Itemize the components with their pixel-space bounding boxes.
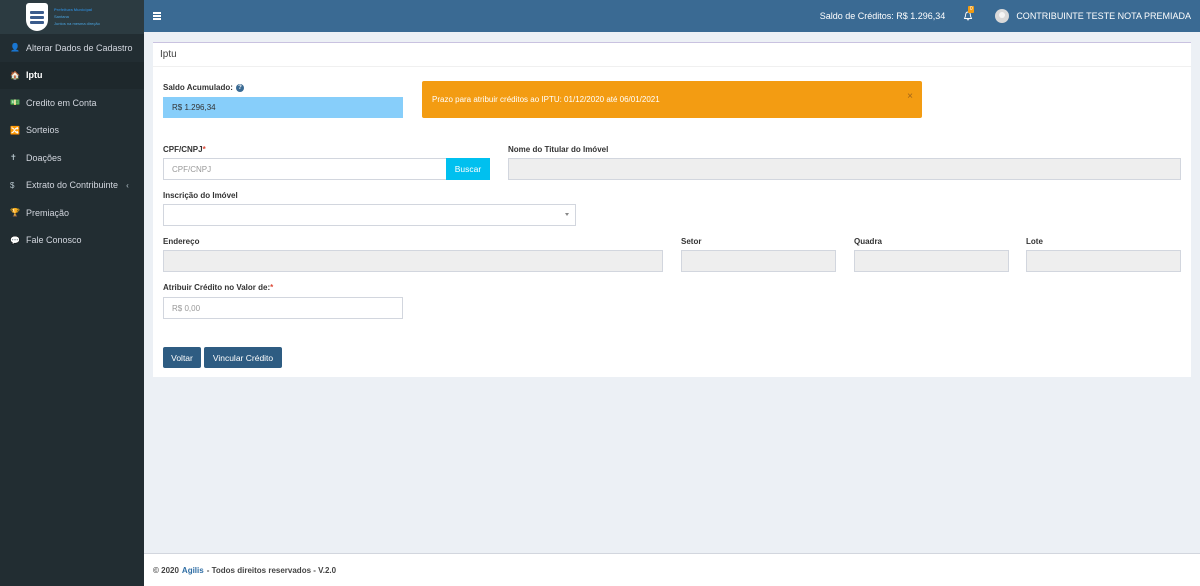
setor-label: Setor [681, 237, 702, 246]
user-icon: 👤 [10, 43, 20, 53]
user-name: CONTRIBUINTE TESTE NOTA PREMIADA [1016, 11, 1191, 21]
notification-badge: 0 [968, 6, 975, 13]
menu-toggle-icon[interactable] [153, 12, 161, 20]
logo-line-2: Santana [54, 14, 69, 19]
footer-suffix: - Todos direitos reservados - V.2.0 [206, 565, 337, 575]
comments-icon: 💬 [10, 235, 20, 245]
topbar: Saldo de Créditos: R$ 1.296,34 0 CONTRIB… [144, 0, 1200, 32]
topbar-right: Saldo de Créditos: R$ 1.296,34 0 CONTRIB… [819, 6, 1200, 23]
endereco-label: Endereço [163, 237, 200, 246]
question-circle-icon[interactable]: ? [235, 83, 244, 92]
valor-label-wrap: Atribuir Crédito no Valor de:* [163, 283, 273, 292]
logo-line-1: Prefeitura Municipal [54, 7, 93, 12]
quadra-label: Quadra [854, 237, 883, 246]
voltar-button[interactable]: Voltar [163, 347, 201, 368]
saldo-label-wrap: Saldo Acumulado:? [163, 83, 244, 92]
saldo-field: R$ 1.296,34 [163, 97, 403, 118]
chevron-left-icon: ‹ [126, 180, 129, 190]
deadline-alert: Prazo para atribuir créditos ao IPTU: 01… [422, 81, 922, 118]
crest-icon [26, 3, 48, 31]
notifications-button[interactable]: 0 [963, 6, 975, 21]
sidebar-item-label: Sorteios [26, 125, 60, 136]
buscar-button[interactable]: Buscar [446, 158, 490, 180]
cpf-label: CPF/CNPJ [163, 145, 203, 154]
avatar [995, 9, 1010, 23]
footer-prefix: © 2020 [153, 565, 179, 575]
sidebar-item-label: Extrato do Contribuinte [26, 180, 119, 191]
user-menu[interactable]: CONTRIBUINTE TESTE NOTA PREMIADA [995, 9, 1191, 23]
close-icon[interactable]: × [907, 91, 913, 102]
saldo-label: Saldo Acumulado: [163, 83, 233, 92]
sidebar-item-doacoes[interactable]: ✝ Doações [0, 144, 144, 172]
sidebar-item-sorteios[interactable]: 🔀 Sorteios [0, 117, 144, 145]
sidebar-item-label: Fale Conosco [26, 235, 82, 246]
random-icon: 🔀 [10, 125, 20, 135]
money-icon: 💵 [10, 98, 20, 108]
inscricao-label: Inscrição do Imóvel [163, 191, 238, 200]
sidebar-item-label: Alterar Dados de Cadastro [26, 42, 133, 53]
sidebar-item-label: Credito em Conta [26, 97, 97, 108]
sidebar-item-fale-conosco[interactable]: 💬 Fale Conosco [0, 227, 144, 255]
home-icon: 🏠 [10, 70, 20, 80]
alert-text: Prazo para atribuir créditos ao IPTU: 01… [432, 95, 660, 104]
required-mark: * [202, 145, 206, 154]
sidebar-item-extrato[interactable]: $ Extrato do Contribuinte ‹ [0, 172, 144, 200]
logo-line-3: Juntos na mesma direção [54, 21, 100, 26]
titular-field [508, 158, 1181, 180]
sidebar-item-credito-em-conta[interactable]: 💵 Credito em Conta [0, 89, 144, 117]
quadra-field [854, 250, 1009, 272]
cpf-label-wrap: CPF/CNPJ* [163, 145, 206, 154]
logo[interactable]: Prefeitura Municipal Santana Juntos na m… [0, 0, 144, 34]
sidebar-menu: 👤 Alterar Dados de Cadastro 🏠 Iptu 💵 Cre… [0, 34, 144, 254]
trophy-icon: 🏆 [10, 208, 20, 218]
sidebar-item-label: Doações [26, 152, 62, 163]
gift-icon: ✝ [10, 153, 17, 163]
titular-label: Nome do Titular do Imóvel [508, 145, 609, 154]
footer-brand-link[interactable]: Agilis [182, 566, 204, 575]
dollar-icon: $ [10, 180, 15, 190]
vincular-credito-button[interactable]: Vincular Crédito [204, 347, 282, 368]
setor-field [681, 250, 836, 272]
valor-input[interactable]: R$ 0,00 [163, 297, 403, 319]
credits-balance: Saldo de Créditos: R$ 1.296,34 [819, 11, 946, 21]
logo-text: Prefeitura Municipal Santana Juntos na m… [54, 7, 100, 27]
sidebar-item-iptu[interactable]: 🏠 Iptu [0, 61, 144, 89]
caret-down-icon [565, 213, 569, 216]
page-title: Iptu [153, 43, 1191, 67]
lote-label: Lote [1026, 237, 1043, 246]
iptu-panel: Iptu Saldo Acumulado:? R$ 1.296,34 Prazo… [153, 42, 1191, 377]
lote-field [1026, 250, 1181, 272]
footer: © 2020 Agilis - Todos direitos reservado… [144, 553, 1200, 586]
sidebar-item-premiacao[interactable]: 🏆 Premiação [0, 199, 144, 227]
sidebar: Prefeitura Municipal Santana Juntos na m… [0, 0, 144, 586]
cpf-input[interactable]: CPF/CNPJ [163, 158, 447, 180]
sidebar-item-alterar-dados[interactable]: 👤 Alterar Dados de Cadastro [0, 34, 144, 62]
sidebar-item-label: Premiação [26, 207, 70, 218]
sidebar-item-label: Iptu [26, 70, 43, 81]
inscricao-select[interactable] [163, 204, 576, 226]
endereco-field [163, 250, 663, 272]
valor-label: Atribuir Crédito no Valor de: [163, 283, 271, 292]
required-mark: * [270, 283, 274, 292]
